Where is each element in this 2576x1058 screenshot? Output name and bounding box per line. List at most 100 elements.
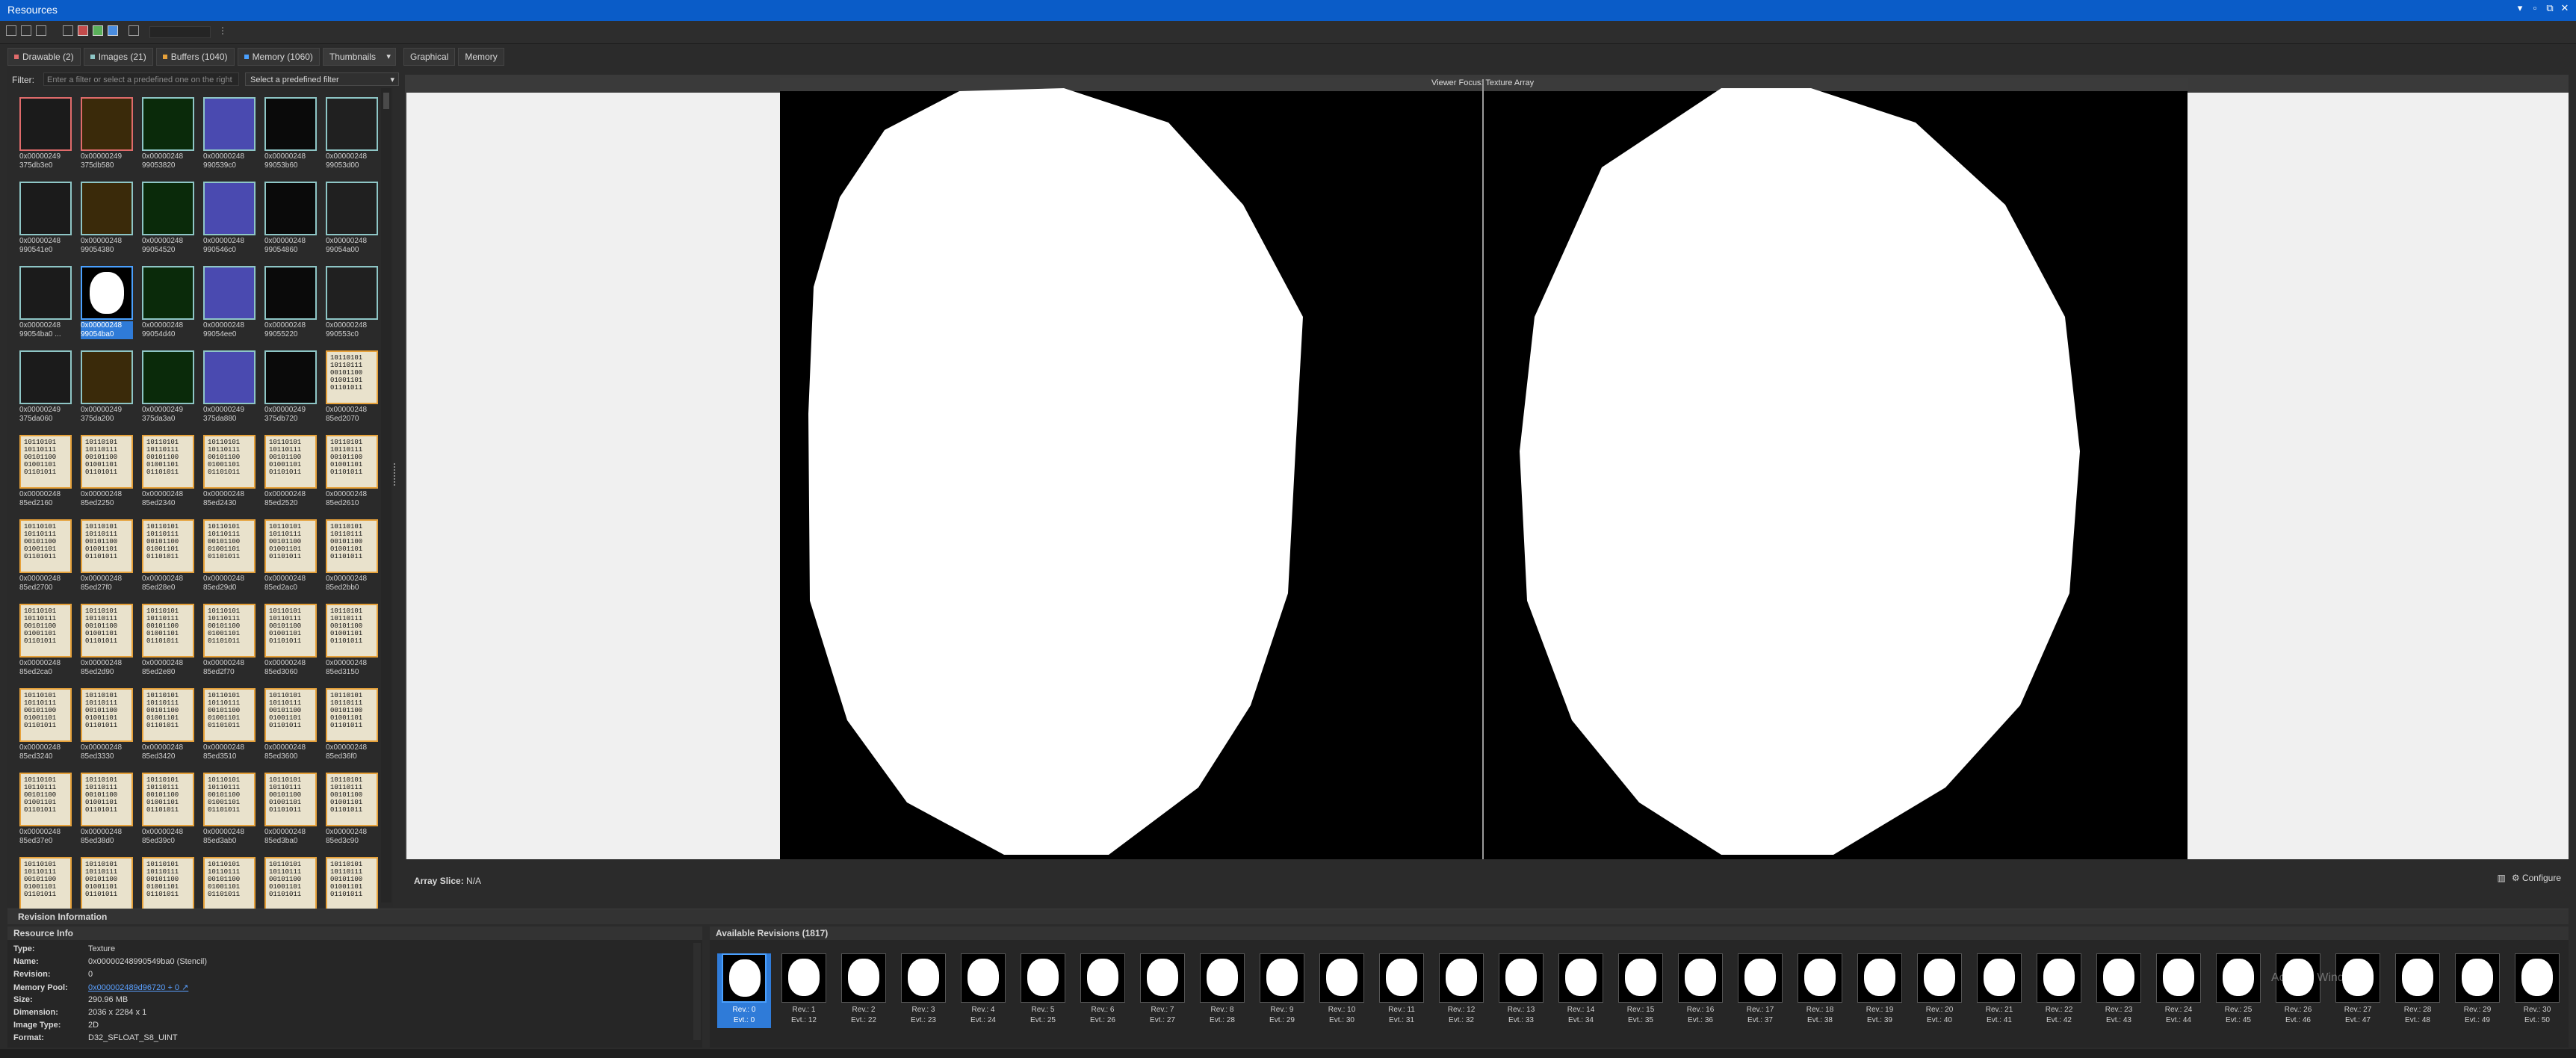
- thumbnail-item[interactable]: 0x00000248 990539c0: [203, 97, 256, 175]
- thumbnail-item[interactable]: 10110101 10110111 00101100 01001101 0110…: [81, 604, 133, 681]
- thumbnail-item[interactable]: 10110101 10110111 00101100 01001101 0110…: [203, 435, 256, 513]
- revision-item[interactable]: Rev.: 22 Evt.: 42: [2032, 953, 2086, 1028]
- red-channel-icon[interactable]: [78, 25, 88, 36]
- thumbnail-item[interactable]: 10110101 10110111 00101100 01001101 0110…: [326, 688, 378, 766]
- thumbnail-item[interactable]: 0x00000249 375da200: [81, 350, 133, 428]
- tab-memory-view[interactable]: Memory: [458, 48, 504, 66]
- thumbnail-scrollbar[interactable]: [381, 88, 391, 903]
- thumbnail-item[interactable]: 0x00000249 375da060: [19, 350, 72, 428]
- tab-memory[interactable]: Memory (1060): [237, 48, 320, 66]
- thumbnail-item[interactable]: 0x00000248 990553c0: [326, 266, 378, 344]
- scroll-thumb[interactable]: [383, 93, 389, 109]
- minimize-icon[interactable]: ▾: [2515, 2, 2525, 14]
- revision-item[interactable]: Rev.: 23 Evt.: 43: [2092, 953, 2146, 1028]
- revision-item[interactable]: Rev.: 9 Evt.: 29: [1255, 953, 1309, 1028]
- lock-icon[interactable]: [21, 25, 31, 36]
- thumbnail-item[interactable]: 10110101 10110111 00101100 01001101 0110…: [264, 688, 317, 766]
- thumbnail-item[interactable]: 10110101 10110111 00101100 01001101 0110…: [19, 688, 72, 766]
- revision-item[interactable]: Rev.: 28 Evt.: 48: [2391, 953, 2445, 1028]
- thumbnail-item[interactable]: 10110101 10110111 00101100 01001101 0110…: [81, 435, 133, 513]
- histogram-icon[interactable]: ▥: [2498, 873, 2506, 883]
- thumbnail-item[interactable]: 0x00000248 99054ee0: [203, 266, 256, 344]
- configure-button[interactable]: ⚙ Configure: [2512, 873, 2561, 883]
- thumbnail-item[interactable]: 10110101 10110111 00101100 01001101 0110…: [19, 435, 72, 513]
- thumbnail-item[interactable]: 0x00000248 990546c0: [203, 182, 256, 259]
- revision-item[interactable]: Rev.: 15 Evt.: 35: [1614, 953, 1668, 1028]
- thumbnail-item[interactable]: 0x00000248 99054860: [264, 182, 317, 259]
- thumbnail-item[interactable]: 10110101 10110111 00101100 01001101 0110…: [81, 773, 133, 850]
- thumbnail-item[interactable]: 10110101 10110111 00101100 01001101 0110…: [19, 604, 72, 681]
- revision-item[interactable]: Rev.: 10 Evt.: 30: [1315, 953, 1369, 1028]
- revision-item[interactable]: Rev.: 8 Evt.: 28: [1195, 953, 1249, 1028]
- more-icon[interactable]: ⋮: [218, 25, 229, 36]
- revision-item[interactable]: Rev.: 5 Evt.: 25: [1016, 953, 1070, 1028]
- thumbnail-item[interactable]: 0x00000248 99053820: [142, 97, 194, 175]
- thumbnail-item[interactable]: 0x00000248 99055220: [264, 266, 317, 344]
- tab-buffers[interactable]: Buffers (1040): [155, 48, 235, 66]
- disk-icon[interactable]: [63, 25, 73, 36]
- revision-item[interactable]: Rev.: 18 Evt.: 38: [1793, 953, 1847, 1028]
- revision-item[interactable]: Rev.: 27 Evt.: 47: [2331, 953, 2385, 1028]
- close-icon[interactable]: ✕: [2560, 2, 2570, 14]
- tab-drawable[interactable]: Drawable (2): [7, 48, 81, 66]
- revision-item[interactable]: Rev.: 7 Evt.: 27: [1136, 953, 1189, 1028]
- thumbnail-item[interactable]: 10110101 10110111 00101100 01001101 0110…: [142, 604, 194, 681]
- revision-item[interactable]: Rev.: 11 Evt.: 31: [1375, 953, 1428, 1028]
- thumbnail-item[interactable]: 0x00000248 99054a00: [326, 182, 378, 259]
- thumbnail-item[interactable]: 10110101 10110111 00101100 01001101 0110…: [81, 688, 133, 766]
- restore-icon[interactable]: ▫: [2530, 2, 2540, 14]
- predefined-filter-select[interactable]: Select a predefined filter: [245, 72, 399, 87]
- revision-info-header[interactable]: Revision Information: [7, 909, 2569, 924]
- revision-item[interactable]: Rev.: 24 Evt.: 44: [2152, 953, 2205, 1028]
- revision-item[interactable]: Rev.: 0 Evt.: 0: [717, 953, 771, 1028]
- revision-item[interactable]: Rev.: 12 Evt.: 32: [1434, 953, 1488, 1028]
- thumbnail-item[interactable]: 10110101 10110111 00101100 01001101 0110…: [203, 604, 256, 681]
- revision-item[interactable]: Rev.: 16 Evt.: 36: [1674, 953, 1727, 1028]
- thumbnail-item[interactable]: 10110101 10110111 00101100 01001101 0110…: [326, 519, 378, 597]
- thumbnail-item[interactable]: 0x00000248 99054520: [142, 182, 194, 259]
- thumbnail-item[interactable]: 0x00000249 375da3a0: [142, 350, 194, 428]
- alpha-channel-icon[interactable]: [129, 25, 139, 36]
- thumbnail-item[interactable]: 10110101 10110111 00101100 01001101 0110…: [142, 688, 194, 766]
- thumbnail-item[interactable]: 0x00000248 99054380: [81, 182, 133, 259]
- tab-images[interactable]: Images (21): [83, 48, 153, 66]
- thumbnail-item[interactable]: 10110101 10110111 00101100 01001101 0110…: [142, 435, 194, 513]
- thumbnail-item[interactable]: 10110101 10110111 00101100 01001101 0110…: [264, 435, 317, 513]
- blue-channel-icon[interactable]: [108, 25, 118, 36]
- thumbnail-item[interactable]: 10110101 10110111 00101100 01001101 0110…: [81, 519, 133, 597]
- memory-pool-link[interactable]: 0x000002489d96720 + 0 ↗: [88, 983, 188, 992]
- float-icon[interactable]: ⧉: [2545, 2, 2555, 14]
- revision-item[interactable]: Rev.: 29 Evt.: 49: [2450, 953, 2504, 1028]
- thumbnail-item[interactable]: 10110101 10110111 00101100 01001101 0110…: [19, 773, 72, 850]
- thumbnail-item[interactable]: 0x00000248 990541e0: [19, 182, 72, 259]
- thumbnail-item[interactable]: 10110101 10110111 00101100 01001101 0110…: [264, 773, 317, 850]
- window-icon[interactable]: [36, 25, 46, 36]
- revision-item[interactable]: Rev.: 30 Evt.: 50: [2510, 953, 2564, 1028]
- thumbnail-item[interactable]: 0x00000248 99053b60: [264, 97, 317, 175]
- thumbnail-item[interactable]: 0x00000249 375da880: [203, 350, 256, 428]
- thumbnail-item[interactable]: 0x00000249 375db580: [81, 97, 133, 175]
- revision-item[interactable]: Rev.: 26 Evt.: 46: [2271, 953, 2325, 1028]
- toolbar-input[interactable]: [149, 26, 211, 38]
- thumbnail-item[interactable]: 10110101 10110111 00101100 01001101 0110…: [19, 519, 72, 597]
- thumbnail-item[interactable]: 0x00000248 99054ba0: [81, 266, 133, 344]
- thumbnail-item[interactable]: 10110101 10110111 00101100 01001101 0110…: [142, 773, 194, 850]
- thumbnail-item[interactable]: 10110101 10110111 00101100 01001101 0110…: [203, 519, 256, 597]
- thumbnail-item[interactable]: 0x00000248 99054ba0 ...: [19, 266, 72, 344]
- revision-item[interactable]: Rev.: 21 Evt.: 41: [1972, 953, 2026, 1028]
- green-channel-icon[interactable]: [93, 25, 103, 36]
- tab-graphical[interactable]: Graphical: [403, 48, 456, 66]
- thumbnail-item[interactable]: 0x00000248 99054d40: [142, 266, 194, 344]
- revision-item[interactable]: Rev.: 2 Evt.: 22: [837, 953, 891, 1028]
- panel-splitter[interactable]: [394, 463, 398, 486]
- thumbnail-item[interactable]: 10110101 10110111 00101100 01001101 0110…: [326, 435, 378, 513]
- thumbnail-item[interactable]: 10110101 10110111 00101100 01001101 0110…: [326, 350, 378, 428]
- revision-item[interactable]: Rev.: 19 Evt.: 39: [1853, 953, 1907, 1028]
- thumbnail-item[interactable]: 10110101 10110111 00101100 01001101 0110…: [142, 519, 194, 597]
- revision-item[interactable]: Rev.: 3 Evt.: 23: [897, 953, 950, 1028]
- revision-item[interactable]: Rev.: 25 Evt.: 45: [2211, 953, 2265, 1028]
- thumbnail-item[interactable]: 0x00000249 375db3e0: [19, 97, 72, 175]
- revision-item[interactable]: Rev.: 6 Evt.: 26: [1076, 953, 1130, 1028]
- thumbnail-item[interactable]: 0x00000249 375db720: [264, 350, 317, 428]
- thumbnail-item[interactable]: 10110101 10110111 00101100 01001101 0110…: [264, 604, 317, 681]
